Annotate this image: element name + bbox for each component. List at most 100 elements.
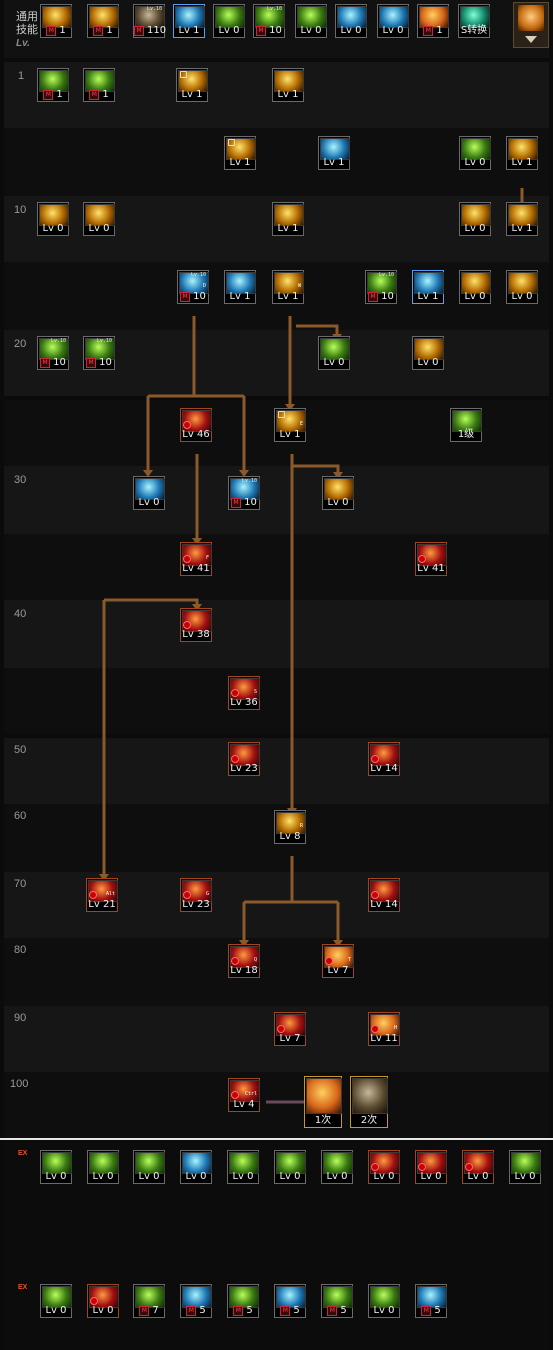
hotkey-tag: D	[202, 283, 206, 289]
hotkey-tag: Q	[253, 957, 257, 963]
general-skill-slot[interactable]: M1	[40, 4, 72, 38]
skill-slot[interactable]: Lv.10 M 10	[83, 336, 115, 370]
general-skill-slot[interactable]: Lv 0	[377, 4, 409, 38]
skill-slot[interactable]: Lv 41	[415, 542, 447, 576]
ex-skill-slot[interactable]: M5	[321, 1284, 353, 1318]
skill-slot[interactable]: Alt Lv 21	[86, 878, 118, 912]
skill-slot[interactable]: Ctrl Lv 4	[228, 1078, 260, 1112]
skill-level-text: Lv 1	[277, 89, 299, 100]
master-badge-icon: M	[186, 1306, 197, 1316]
skill-slot[interactable]: Lv 1	[506, 202, 538, 236]
skill-slot[interactable]: H Lv 11	[368, 1012, 400, 1046]
ex-skill-slot[interactable]: Lv 0	[40, 1150, 72, 1184]
general-skill-slot[interactable]: Lv 0	[335, 4, 367, 38]
skill-slot[interactable]: Lv.10 M 10	[37, 336, 69, 370]
ex-skill-slot[interactable]: Lv 0	[87, 1150, 119, 1184]
ex-skill-slot[interactable]: Lv 0	[133, 1150, 165, 1184]
skill-slot[interactable]: Lv 1	[412, 270, 444, 304]
skill-slot[interactable]: G Lv 23	[180, 878, 212, 912]
skill-slot[interactable]: Lv.10 D M 10	[177, 270, 209, 304]
skill-slot[interactable]: Lv 0	[459, 136, 491, 170]
skill-slot[interactable]: Lv 38	[180, 608, 212, 642]
general-skill-slot[interactable]: S转换	[458, 4, 490, 38]
skill-slot[interactable]: M1	[37, 68, 69, 102]
skill-slot[interactable]: Lv 14	[368, 878, 400, 912]
general-skill-slot[interactable]: M1	[417, 4, 449, 38]
skill-slot[interactable]: F Lv 41	[180, 542, 212, 576]
skill-level-text: Lv 46	[182, 429, 210, 440]
skill-level-text: Lv 1	[277, 223, 299, 234]
skill-slot[interactable]: Lv 0	[318, 336, 350, 370]
skill-level-label: Lv 23	[181, 899, 211, 911]
ex-skill-slot[interactable]: Lv 0	[368, 1150, 400, 1184]
skill-slot[interactable]: Lv 0	[506, 270, 538, 304]
general-skill-slot[interactable]: Lv 0	[213, 4, 245, 38]
skill-slot[interactable]: M1	[83, 68, 115, 102]
skill-slot[interactable]: Lv 0	[133, 476, 165, 510]
skill-level-text: 1	[106, 25, 113, 36]
skill-slot[interactable]: T Lv 7	[322, 944, 354, 978]
skill-level-label: Lv 0	[416, 1171, 446, 1183]
skill-slot[interactable]: Lv.10 M 10	[228, 476, 260, 510]
general-skill-slot[interactable]: Lv 0	[295, 4, 327, 38]
skill-slot[interactable]: Lv 0	[322, 476, 354, 510]
skill-slot[interactable]: E Lv 1	[274, 408, 306, 442]
skill-slot[interactable]: Lv 0	[83, 202, 115, 236]
ex-skill-slot[interactable]: Lv 0	[415, 1150, 447, 1184]
skill-slot[interactable]: Lv 1	[318, 136, 350, 170]
ex-skill-slot[interactable]: Lv 0	[321, 1150, 353, 1184]
skill-level-label: Lv 0	[510, 1171, 540, 1183]
ex-skill-slot[interactable]: Lv 0	[368, 1284, 400, 1318]
skill-level-text: Lv 0	[138, 1171, 160, 1182]
skill-slot[interactable]: Q Lv 18	[228, 944, 260, 978]
ex-skill-slot[interactable]: Lv 0	[40, 1284, 72, 1318]
skill-slot[interactable]: Lv 1	[224, 270, 256, 304]
ex-skill-slot[interactable]: M7	[133, 1284, 165, 1318]
skill-slot[interactable]: R Lv 8	[274, 810, 306, 844]
skill-level-text: Lv 0	[511, 291, 533, 302]
skill-slot[interactable]: Lv 0	[459, 202, 491, 236]
master-badge-icon: M	[421, 1306, 432, 1316]
ex-skill-slot[interactable]: M5	[274, 1284, 306, 1318]
skill-slot[interactable]: 2次	[350, 1076, 388, 1128]
ex-skill-slot[interactable]: Lv 0	[180, 1150, 212, 1184]
skill-slot[interactable]: Lv 0	[37, 202, 69, 236]
general-skill-slot[interactable]: Lv.10 M 10	[253, 4, 285, 38]
skill-level-label: Lv 46	[181, 429, 211, 441]
skill-slot[interactable]: Lv 1	[224, 136, 256, 170]
ex-skill-slot[interactable]: Lv 0	[274, 1150, 306, 1184]
skill-slot[interactable]: W Lv 1	[272, 270, 304, 304]
skill-level-label: Lv 0	[413, 357, 443, 369]
ex-skill-slot[interactable]: M5	[180, 1284, 212, 1318]
skill-level-label: Lv 4	[229, 1099, 259, 1111]
ex-skill-slot[interactable]: M5	[227, 1284, 259, 1318]
skill-slot[interactable]: Lv 7	[274, 1012, 306, 1046]
skill-level-label: Lv 0	[460, 157, 490, 169]
ex-skill-slot[interactable]: Lv 0	[227, 1150, 259, 1184]
skill-slot[interactable]: Lv.10 M 10	[365, 270, 397, 304]
skill-slot[interactable]: Lv 1	[272, 68, 304, 102]
ex-skill-slot[interactable]: Lv 0	[509, 1150, 541, 1184]
skill-slot[interactable]: Lv 46	[180, 408, 212, 442]
skill-level-label: S转换	[459, 25, 489, 37]
general-skill-slot[interactable]: Lv 1	[173, 4, 205, 38]
skill-slot[interactable]: Lv 1	[506, 136, 538, 170]
skill-slot[interactable]: Lv 1	[272, 202, 304, 236]
skill-slot[interactable]: Lv 0	[459, 270, 491, 304]
skill-level-cap: Lv.10	[50, 338, 66, 344]
skill-slot[interactable]: Lv 0	[412, 336, 444, 370]
general-skill-slot[interactable]: M1	[87, 4, 119, 38]
ex-skill-slot[interactable]: M5	[415, 1284, 447, 1318]
skill-level-text: Lv 21	[88, 899, 116, 910]
skill-slot[interactable]: 1次	[304, 1076, 342, 1128]
ex-skill-slot[interactable]: Lv 0	[87, 1284, 119, 1318]
general-skill-slot[interactable]: Lv.10 M 110	[133, 4, 166, 38]
skill-level-label: M 10	[178, 291, 208, 303]
master-badge-icon: M	[46, 26, 57, 36]
skill-slot[interactable]: Lv 14	[368, 742, 400, 776]
skill-slot[interactable]: Lv 1	[176, 68, 208, 102]
skill-slot[interactable]: S Lv 36	[228, 676, 260, 710]
skill-slot[interactable]: 1级	[450, 408, 482, 442]
ex-skill-slot[interactable]: Lv 0	[462, 1150, 494, 1184]
skill-slot[interactable]: Lv 23	[228, 742, 260, 776]
